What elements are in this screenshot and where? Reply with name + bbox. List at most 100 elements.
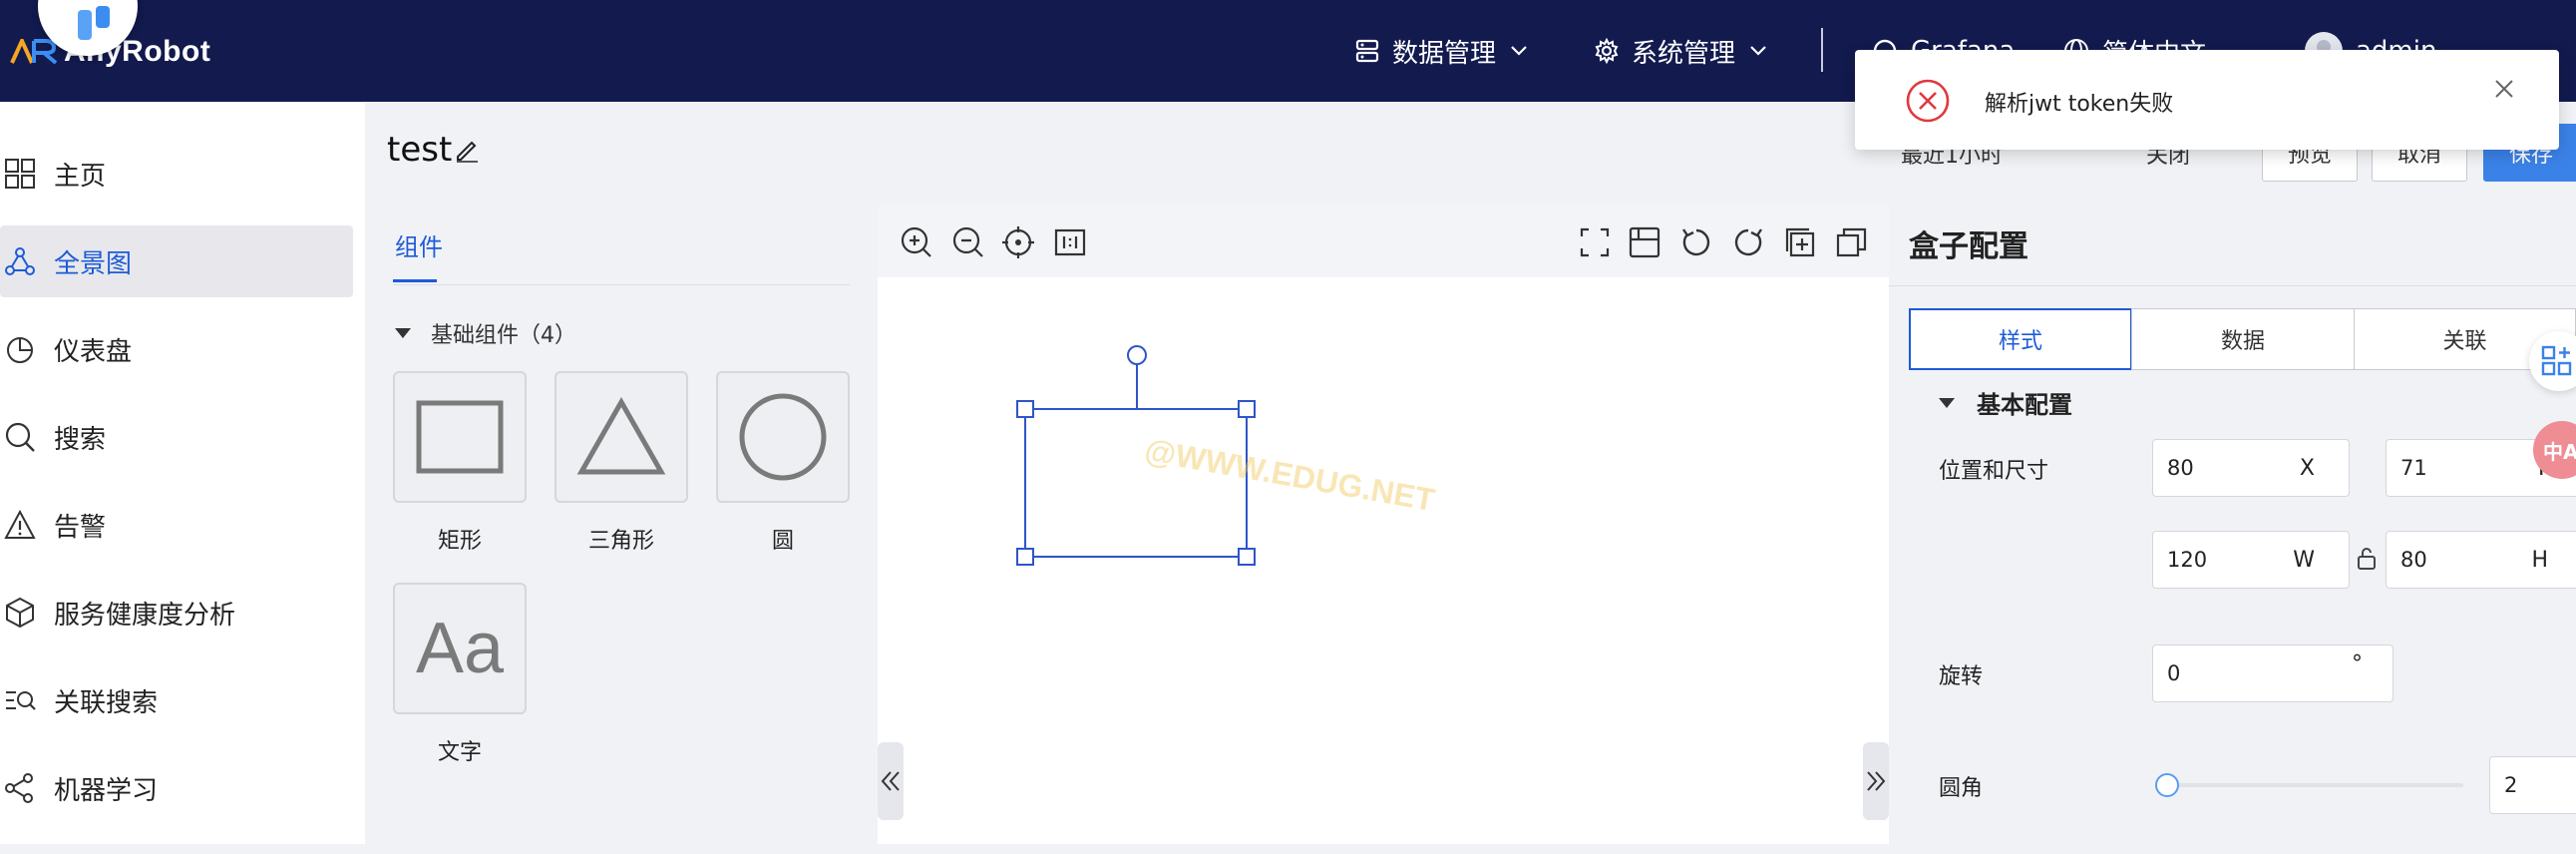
resize-handle-bl	[1016, 548, 1034, 566]
rotate-input[interactable]: 0 °	[2152, 644, 2393, 702]
add-layer-icon[interactable]	[1783, 225, 1817, 259]
sidebar-item-label: 搜索	[54, 424, 107, 455]
search-icon	[5, 422, 35, 452]
resize-handle-tl	[1016, 400, 1034, 418]
double-chevron-right-icon	[1867, 771, 1886, 791]
component-group-title: 基础组件（4）	[431, 323, 576, 348]
nav-label: 数据管理	[1392, 38, 1497, 69]
sidebar-item-service-health[interactable]: 服务健康度分析	[0, 577, 353, 648]
rotate-handle	[1127, 345, 1147, 365]
box-config-panel	[1889, 206, 2576, 844]
component-label: 三角形	[587, 529, 654, 554]
sidebar-item-home[interactable]: 主页	[0, 138, 353, 210]
data-management-icon	[1355, 39, 1379, 63]
edit-icon[interactable]	[454, 137, 480, 163]
height-value: 80	[2400, 548, 2427, 572]
locate-center-icon[interactable]	[1001, 225, 1035, 259]
layers-icon[interactable]	[1835, 225, 1869, 259]
component-label: 圆	[771, 529, 794, 554]
undo-icon[interactable]	[1679, 225, 1713, 259]
component-group-header[interactable]: 基础组件（4）	[395, 317, 576, 349]
nav-label: 系统管理	[1632, 38, 1736, 69]
triangle-icon	[576, 397, 666, 475]
zoom-out-icon[interactable]	[951, 225, 985, 259]
redo-icon[interactable]	[1731, 225, 1765, 259]
fit-ratio-icon[interactable]	[1053, 225, 1087, 259]
sidebar-item-label: 服务健康度分析	[54, 600, 236, 631]
tab-active-indicator	[393, 279, 437, 282]
sidebar-item-panorama[interactable]: 全景图	[0, 225, 353, 297]
tab-label: 关联	[2442, 329, 2487, 354]
toast-message: 解析jwt token失败	[1985, 92, 2174, 117]
width-value: 120	[2167, 548, 2208, 572]
close-icon[interactable]	[2493, 78, 2515, 100]
width-suffix: W	[2293, 547, 2315, 573]
component-label: 文字	[437, 740, 482, 765]
rotate-suffix: °	[2352, 651, 2363, 676]
list-search-icon	[6, 691, 36, 710]
nav-data-management[interactable]: 数据管理	[1354, 30, 1528, 72]
width-input[interactable]: 120 W	[2152, 531, 2350, 589]
sidebar-item-alert[interactable]: 告警	[0, 489, 353, 561]
component-text[interactable]: Aa	[393, 583, 527, 714]
radius-slider-track[interactable]	[2164, 783, 2463, 787]
basic-config-header[interactable]: 基本配置	[1939, 385, 2072, 420]
sidebar-item-dashboard[interactable]: 仪表盘	[0, 313, 353, 385]
radius-input[interactable]: 2	[2489, 756, 2576, 814]
aspect-lock-icon[interactable]	[2356, 547, 2378, 571]
component-triangle[interactable]	[554, 371, 688, 503]
x-suffix: X	[2299, 455, 2315, 481]
rotate-label: 旋转	[1939, 664, 1984, 689]
sidebar-item-label: 告警	[54, 512, 107, 543]
fullscreen-icon[interactable]	[1578, 225, 1612, 259]
tab-style[interactable]: 样式	[1909, 308, 2132, 370]
language-badge-text: 中A	[2543, 439, 2576, 464]
rotate-value: 0	[2167, 661, 2181, 685]
collapse-left-button[interactable]	[878, 742, 904, 820]
radius-label: 圆角	[1939, 776, 1984, 801]
radius-value: 2	[2504, 773, 2518, 797]
component-label: 矩形	[437, 529, 482, 554]
apps-grid-icon	[2541, 345, 2572, 376]
y-value: 71	[2400, 456, 2427, 480]
resize-handle-br	[1238, 548, 1256, 566]
page-title-text: test	[387, 130, 453, 170]
tab-label: 样式	[1998, 329, 2042, 354]
sidebar-item-correlated-search[interactable]: 关联搜索	[0, 664, 353, 736]
tab-label: 组件	[395, 233, 443, 261]
chevron-down-icon	[1511, 46, 1527, 56]
config-divider	[1889, 285, 2576, 286]
grid-icon	[5, 159, 35, 189]
tab-data[interactable]: 数据	[2131, 308, 2355, 370]
component-rectangle[interactable]	[393, 371, 527, 503]
x-input[interactable]: 80 X	[2152, 439, 2350, 497]
sidebar-item-label: 主页	[54, 161, 107, 192]
height-input[interactable]: 80 H	[2386, 531, 2576, 589]
zoom-in-icon[interactable]	[900, 225, 933, 259]
sidebar-item-label: 全景图	[54, 248, 133, 279]
x-value: 80	[2167, 456, 2194, 480]
caret-down-icon	[1939, 397, 1955, 408]
topology-icon	[5, 247, 35, 275]
pie-chart-icon	[7, 337, 33, 363]
save-layout-icon[interactable]	[1628, 225, 1661, 259]
gear-icon	[1595, 38, 1619, 64]
component-circle[interactable]	[716, 371, 850, 503]
sidebar-item-machine-learning[interactable]: 机器学习	[0, 752, 353, 824]
sidebar-item-label: 机器学习	[54, 775, 159, 806]
logo-icon	[10, 39, 58, 65]
radius-slider-handle[interactable]	[2155, 773, 2179, 797]
collapse-right-button[interactable]	[1863, 742, 1889, 820]
sidebar-item-search[interactable]: 搜索	[0, 401, 353, 473]
chevron-down-icon	[1750, 46, 1766, 56]
tab-divider	[393, 284, 850, 285]
nav-system-management[interactable]: 系统管理	[1594, 30, 1767, 72]
sidebar: 主页 全景图 仪表盘 搜索 告警 服务健康度分析 关联搜索 机器学习	[0, 102, 365, 844]
sidebar-item-label: 关联搜索	[54, 687, 159, 718]
tab-components[interactable]: 组件	[395, 227, 443, 262]
resize-handle-tr	[1238, 400, 1256, 418]
tab-label: 数据	[2220, 329, 2265, 354]
page-title: test	[387, 130, 480, 170]
text-icon: Aa	[415, 609, 505, 688]
config-title: 盒子配置	[1909, 229, 2028, 264]
